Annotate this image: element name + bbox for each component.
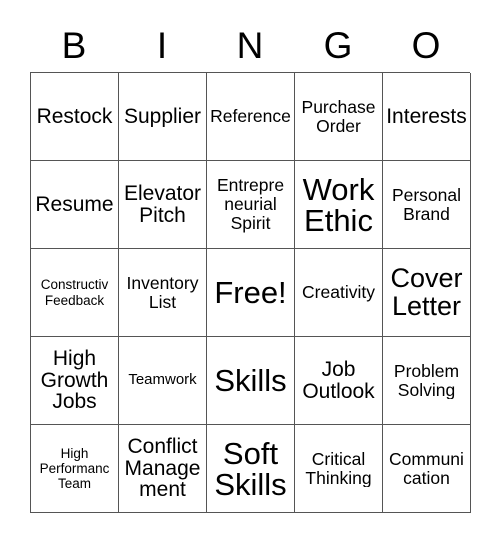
bingo-cell-label: Restock — [36, 105, 113, 128]
bingo-cell-label: Resume — [35, 193, 114, 216]
bingo-cell-label: Creativity — [302, 283, 375, 302]
header-letter-g: G — [323, 25, 353, 66]
bingo-cell[interactable]: Problem Solving — [383, 337, 471, 425]
bingo-cell[interactable]: Elevator Pitch — [119, 161, 207, 249]
header-letter-n: N — [236, 25, 264, 66]
bingo-cell-label: Entrepre neurial Spirit — [216, 176, 285, 233]
bingo-cell[interactable]: Job Outlook — [295, 337, 383, 425]
bingo-cell[interactable]: Creativity — [295, 249, 383, 337]
bingo-row: Constructiv Feedback Inventory List Free… — [31, 249, 471, 337]
bingo-cell-label: Soft Skills — [214, 437, 287, 500]
bingo-cell-label: Work Ethic — [302, 173, 375, 236]
bingo-row: Restock Supplier Reference Purchase Orde… — [31, 73, 471, 161]
bingo-cell-label: Free! — [214, 277, 287, 308]
header-letter-o: O — [411, 25, 441, 66]
bingo-cell[interactable]: Entrepre neurial Spirit — [207, 161, 295, 249]
bingo-cell[interactable]: Work Ethic — [295, 161, 383, 249]
bingo-cell[interactable]: Conflict Manage ment — [119, 425, 207, 513]
bingo-cell[interactable]: High Growth Jobs — [31, 337, 119, 425]
bingo-cell[interactable]: Soft Skills — [207, 425, 295, 513]
bingo-cell-label: Inventory List — [126, 273, 199, 312]
bingo-cell-label: Communi cation — [389, 449, 464, 488]
bingo-cell-label: Teamwork — [128, 372, 197, 389]
bingo-cell-label: Conflict Manage ment — [124, 435, 201, 502]
header-letter-i: I — [156, 25, 168, 66]
bingo-cell[interactable]: Resume — [31, 161, 119, 249]
bingo-cell[interactable]: Communi cation — [383, 425, 471, 513]
bingo-cell[interactable]: Purchase Order — [295, 73, 383, 161]
bingo-cell-label: Skills — [214, 365, 287, 396]
bingo-cell-label: Reference — [210, 107, 291, 126]
bingo-cell[interactable]: Teamwork — [119, 337, 207, 425]
bingo-cell-label: High Growth Jobs — [40, 347, 109, 414]
bingo-cell[interactable]: Critical Thinking — [295, 425, 383, 513]
bingo-card: B I N G O Restock Supplier Reference Pur… — [0, 0, 500, 544]
bingo-row: Resume Elevator Pitch Entrepre neurial S… — [31, 161, 471, 249]
bingo-cell-label: Purchase Order — [301, 97, 376, 136]
bingo-cell[interactable]: Constructiv Feedback — [31, 249, 119, 337]
bingo-cell-label: Cover Letter — [390, 264, 463, 321]
bingo-row: High Performanc Team Conflict Manage men… — [31, 425, 471, 513]
bingo-cell[interactable]: Personal Brand — [383, 161, 471, 249]
bingo-cell-label: Elevator Pitch — [123, 182, 202, 227]
bingo-cell[interactable]: Cover Letter — [383, 249, 471, 337]
bingo-cell[interactable]: Interests — [383, 73, 471, 161]
header-letter-b: B — [61, 25, 87, 66]
bingo-cell-label: Constructiv Feedback — [40, 277, 109, 308]
bingo-cell[interactable]: High Performanc Team — [31, 425, 119, 513]
bingo-row: High Growth Jobs Teamwork Skills Job Out… — [31, 337, 471, 425]
bingo-cell-free[interactable]: Free! — [207, 249, 295, 337]
bingo-cell[interactable]: Inventory List — [119, 249, 207, 337]
bingo-cell-label: Problem Solving — [393, 361, 460, 400]
bingo-cell-label: Critical Thinking — [305, 449, 372, 488]
bingo-cell-label: Job Outlook — [302, 358, 375, 403]
bingo-cell[interactable]: Supplier — [119, 73, 207, 161]
bingo-cell-label: Personal Brand — [391, 185, 462, 224]
bingo-cell-label: High Performanc Team — [39, 445, 110, 492]
bingo-cell[interactable]: Restock — [31, 73, 119, 161]
bingo-cell[interactable]: Skills — [207, 337, 295, 425]
bingo-cell-label: Interests — [386, 105, 467, 128]
bingo-cell-label: Supplier — [123, 105, 202, 128]
bingo-header: B I N G O — [30, 20, 470, 72]
bingo-grid: Restock Supplier Reference Purchase Orde… — [30, 72, 471, 513]
bingo-cell[interactable]: Reference — [207, 73, 295, 161]
